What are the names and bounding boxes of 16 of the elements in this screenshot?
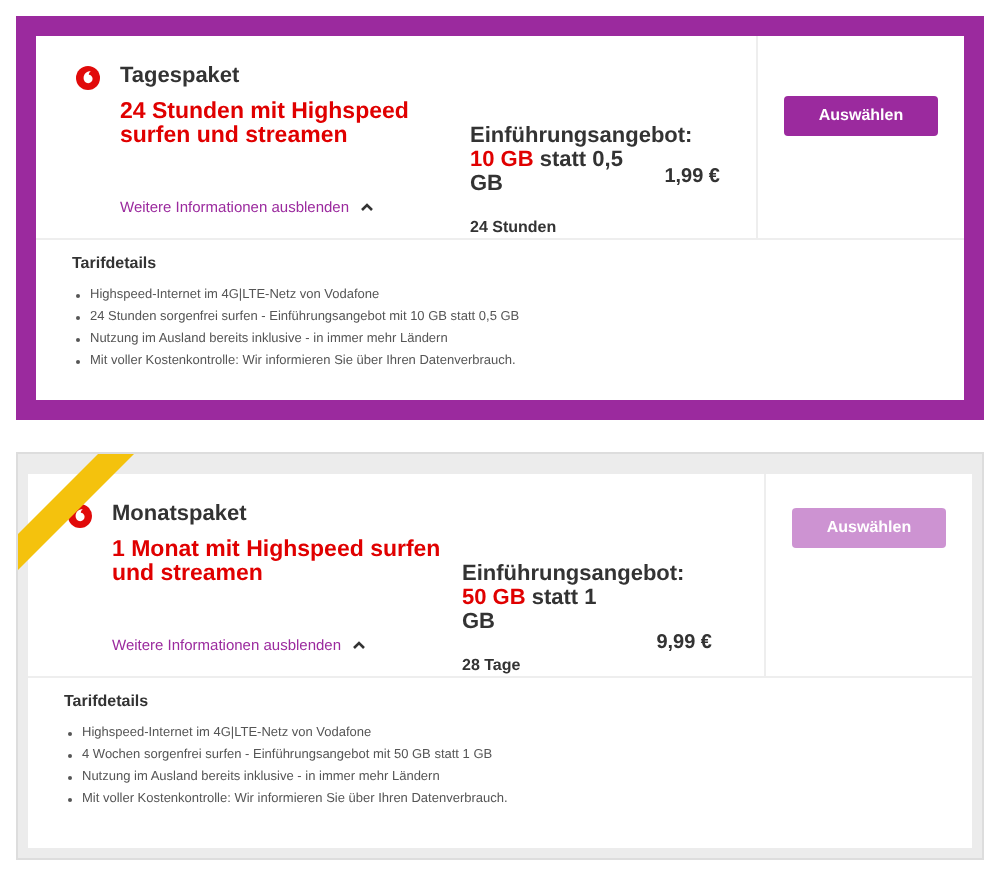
logo-icon — [76, 66, 100, 90]
details-title: Tarifdetails — [72, 252, 159, 276]
package-name: Tagespaket — [120, 64, 242, 90]
package-name: Monatspaket — [112, 502, 249, 528]
details-title: Tarifdetails — [64, 690, 151, 714]
duration: 28 Tage — [462, 654, 523, 678]
duration: 24 Stunden — [470, 216, 559, 240]
package-headline: 1 Monat mit Highspeed surfen und streamen — [112, 538, 443, 586]
offer-text: 10 GB statt 0,5 GB — [470, 148, 625, 196]
price: 1,99 € — [664, 164, 720, 192]
offer-text: 50 GB statt 1 GB — [462, 586, 599, 634]
price: 9,99 € — [656, 630, 712, 658]
offer-label: Einführungsangebot: — [470, 124, 695, 148]
select-button[interactable]: Auswählen — [784, 96, 938, 136]
package-headline: 24 Stunden mit Highspeed surfen und streamen — [120, 100, 411, 148]
offer-label: Einführungsangebot: — [462, 562, 687, 586]
